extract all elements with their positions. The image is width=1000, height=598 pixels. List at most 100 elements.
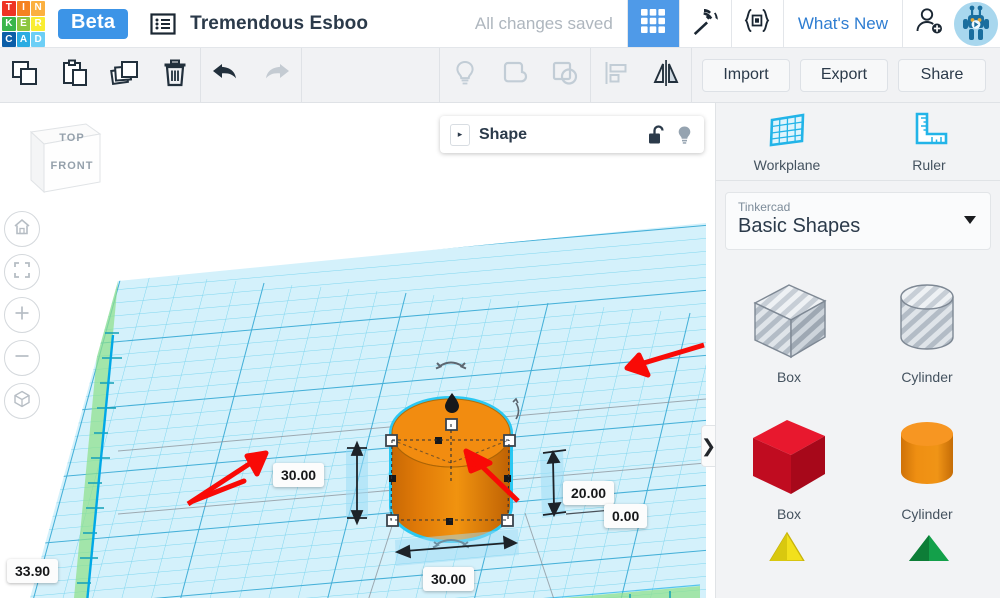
shape-label: Box [776, 506, 802, 522]
invite-people-button[interactable] [902, 0, 954, 47]
perspective-toggle-button[interactable] [4, 383, 40, 419]
ungroup-icon [550, 58, 580, 93]
undo-button[interactable] [201, 48, 251, 103]
tinkercad-logo[interactable]: T I N K E R C A D [0, 0, 46, 48]
beta-badge[interactable]: Beta [58, 8, 129, 39]
ruler-y-value[interactable]: 33.90 [7, 559, 59, 583]
list-icon[interactable] [150, 11, 176, 37]
sidebar-item-ruler[interactable]: Ruler [858, 103, 1000, 180]
hide-button[interactable] [440, 48, 490, 103]
logo-tile: I [16, 1, 31, 16]
shape-properties-panel: ▸ Shape [440, 116, 704, 153]
logo-tile: A [16, 32, 31, 47]
whats-new-link[interactable]: What's New [782, 0, 902, 47]
redo-button[interactable] [251, 48, 301, 103]
shape-label: Box [776, 369, 802, 385]
tab-minecraft[interactable] [678, 0, 731, 47]
cube-icon [12, 389, 32, 414]
import-button[interactable]: Import [702, 58, 790, 92]
tinkercad-app: T I N K E R C A D Beta Tremendous Esboo … [0, 0, 1000, 598]
paste-icon [60, 58, 90, 93]
viewcube-front-label: FRONT [51, 160, 94, 172]
main-toolbar: Import Export Share [0, 47, 1000, 103]
fit-frame-icon [12, 260, 32, 285]
trash-icon [160, 58, 190, 93]
shape-box-red[interactable]: Box [720, 402, 858, 537]
lightbulb-icon [450, 58, 480, 93]
box-red-thumbnail [753, 420, 825, 494]
logo-tile: T [2, 1, 16, 16]
duplicate-icon [110, 58, 140, 93]
cylinder-orange-thumbnail [901, 422, 953, 484]
sidebar-tools: Workplane Ruler [716, 103, 1000, 181]
copy-button[interactable] [0, 48, 50, 103]
duplicate-button[interactable] [100, 48, 150, 103]
export-button[interactable]: Export [800, 58, 888, 92]
design-viewport[interactable]: TOP FRONT 33.90 30.00 20.00 0.00 30.00 ❯ [0, 103, 715, 598]
ungroup-button[interactable] [540, 48, 590, 103]
group-button[interactable] [490, 48, 540, 103]
shape-library-select[interactable]: Tinkercad Basic Shapes [725, 192, 991, 250]
delete-button[interactable] [150, 48, 200, 103]
edit-tools-group [0, 48, 200, 102]
shape-box-hole[interactable]: Box [720, 265, 858, 400]
ruler-icon [908, 111, 950, 152]
plus-icon [12, 303, 32, 328]
group-icon [500, 58, 530, 93]
logo-tile: C [2, 32, 16, 47]
chevron-down-icon [964, 216, 976, 224]
tab-codeblocks[interactable] [730, 0, 783, 47]
view-cube[interactable]: TOP FRONT [22, 116, 104, 202]
user-avatar[interactable] [954, 2, 998, 46]
home-icon [12, 217, 32, 242]
sidebar-item-label: Workplane [753, 156, 821, 173]
align-group [591, 48, 691, 102]
logo-tile: E [16, 16, 31, 32]
person-add-icon [914, 6, 944, 41]
zoom-in-button[interactable] [4, 297, 40, 333]
align-button[interactable] [591, 48, 641, 103]
shapes-grid: Box Cylinder Box Cylinder [716, 261, 1000, 537]
padlock-unlocked-icon[interactable] [647, 124, 666, 146]
logo-tile: R [31, 16, 45, 32]
undo-arrow-icon [210, 58, 242, 93]
shape-panel-icons [647, 124, 694, 146]
align-icon [601, 58, 631, 93]
zoom-out-button[interactable] [4, 340, 40, 376]
page-title[interactable]: Tremendous Esboo [190, 13, 368, 35]
logo-tile: N [31, 1, 45, 16]
save-status: All changes saved [474, 13, 613, 33]
cylinder-hole-thumbnail [900, 284, 954, 350]
shape-cylinder-hole[interactable]: Cylinder [858, 265, 996, 400]
dim-zoffset-label[interactable]: 0.00 [604, 504, 648, 528]
copy-icon [10, 58, 40, 93]
dim-height-label[interactable]: 20.00 [563, 481, 615, 505]
panel-collapse-tab[interactable]: ❯ [701, 425, 715, 467]
shape-state-group [440, 48, 590, 102]
viewcube-top-label: TOP [59, 132, 84, 144]
mirror-button[interactable] [641, 48, 691, 103]
logo-tile: D [31, 32, 45, 47]
redo-arrow-icon [260, 58, 292, 93]
app-header: T I N K E R C A D Beta Tremendous Esboo … [0, 0, 1000, 48]
pickaxe-icon [690, 6, 720, 41]
tab-designs[interactable] [626, 0, 679, 47]
dim-width-label[interactable]: 30.00 [423, 567, 475, 591]
shape-panel-expand-button[interactable]: ▸ [450, 123, 470, 146]
shape-cylinder-orange[interactable]: Cylinder [858, 402, 996, 537]
box-hole-thumbnail [753, 284, 827, 359]
home-view-button[interactable] [4, 211, 40, 247]
share-button[interactable]: Share [898, 58, 986, 92]
mirror-icon [649, 58, 683, 93]
shapes-sidebar: Workplane Ruler Tinkercad Basic Shapes B… [715, 103, 1000, 598]
view-nav-buttons [4, 211, 40, 426]
sidebar-item-workplane[interactable]: Workplane [716, 103, 858, 180]
dim-depth-label[interactable]: 30.00 [273, 463, 325, 487]
lightbulb-icon[interactable] [675, 124, 694, 146]
fit-view-button[interactable] [4, 254, 40, 290]
shape-roof-green[interactable] [894, 531, 964, 566]
library-source-label: Tinkercad [738, 200, 791, 214]
shape-pyramid-yellow[interactable] [752, 531, 822, 566]
paste-button[interactable] [50, 48, 100, 103]
